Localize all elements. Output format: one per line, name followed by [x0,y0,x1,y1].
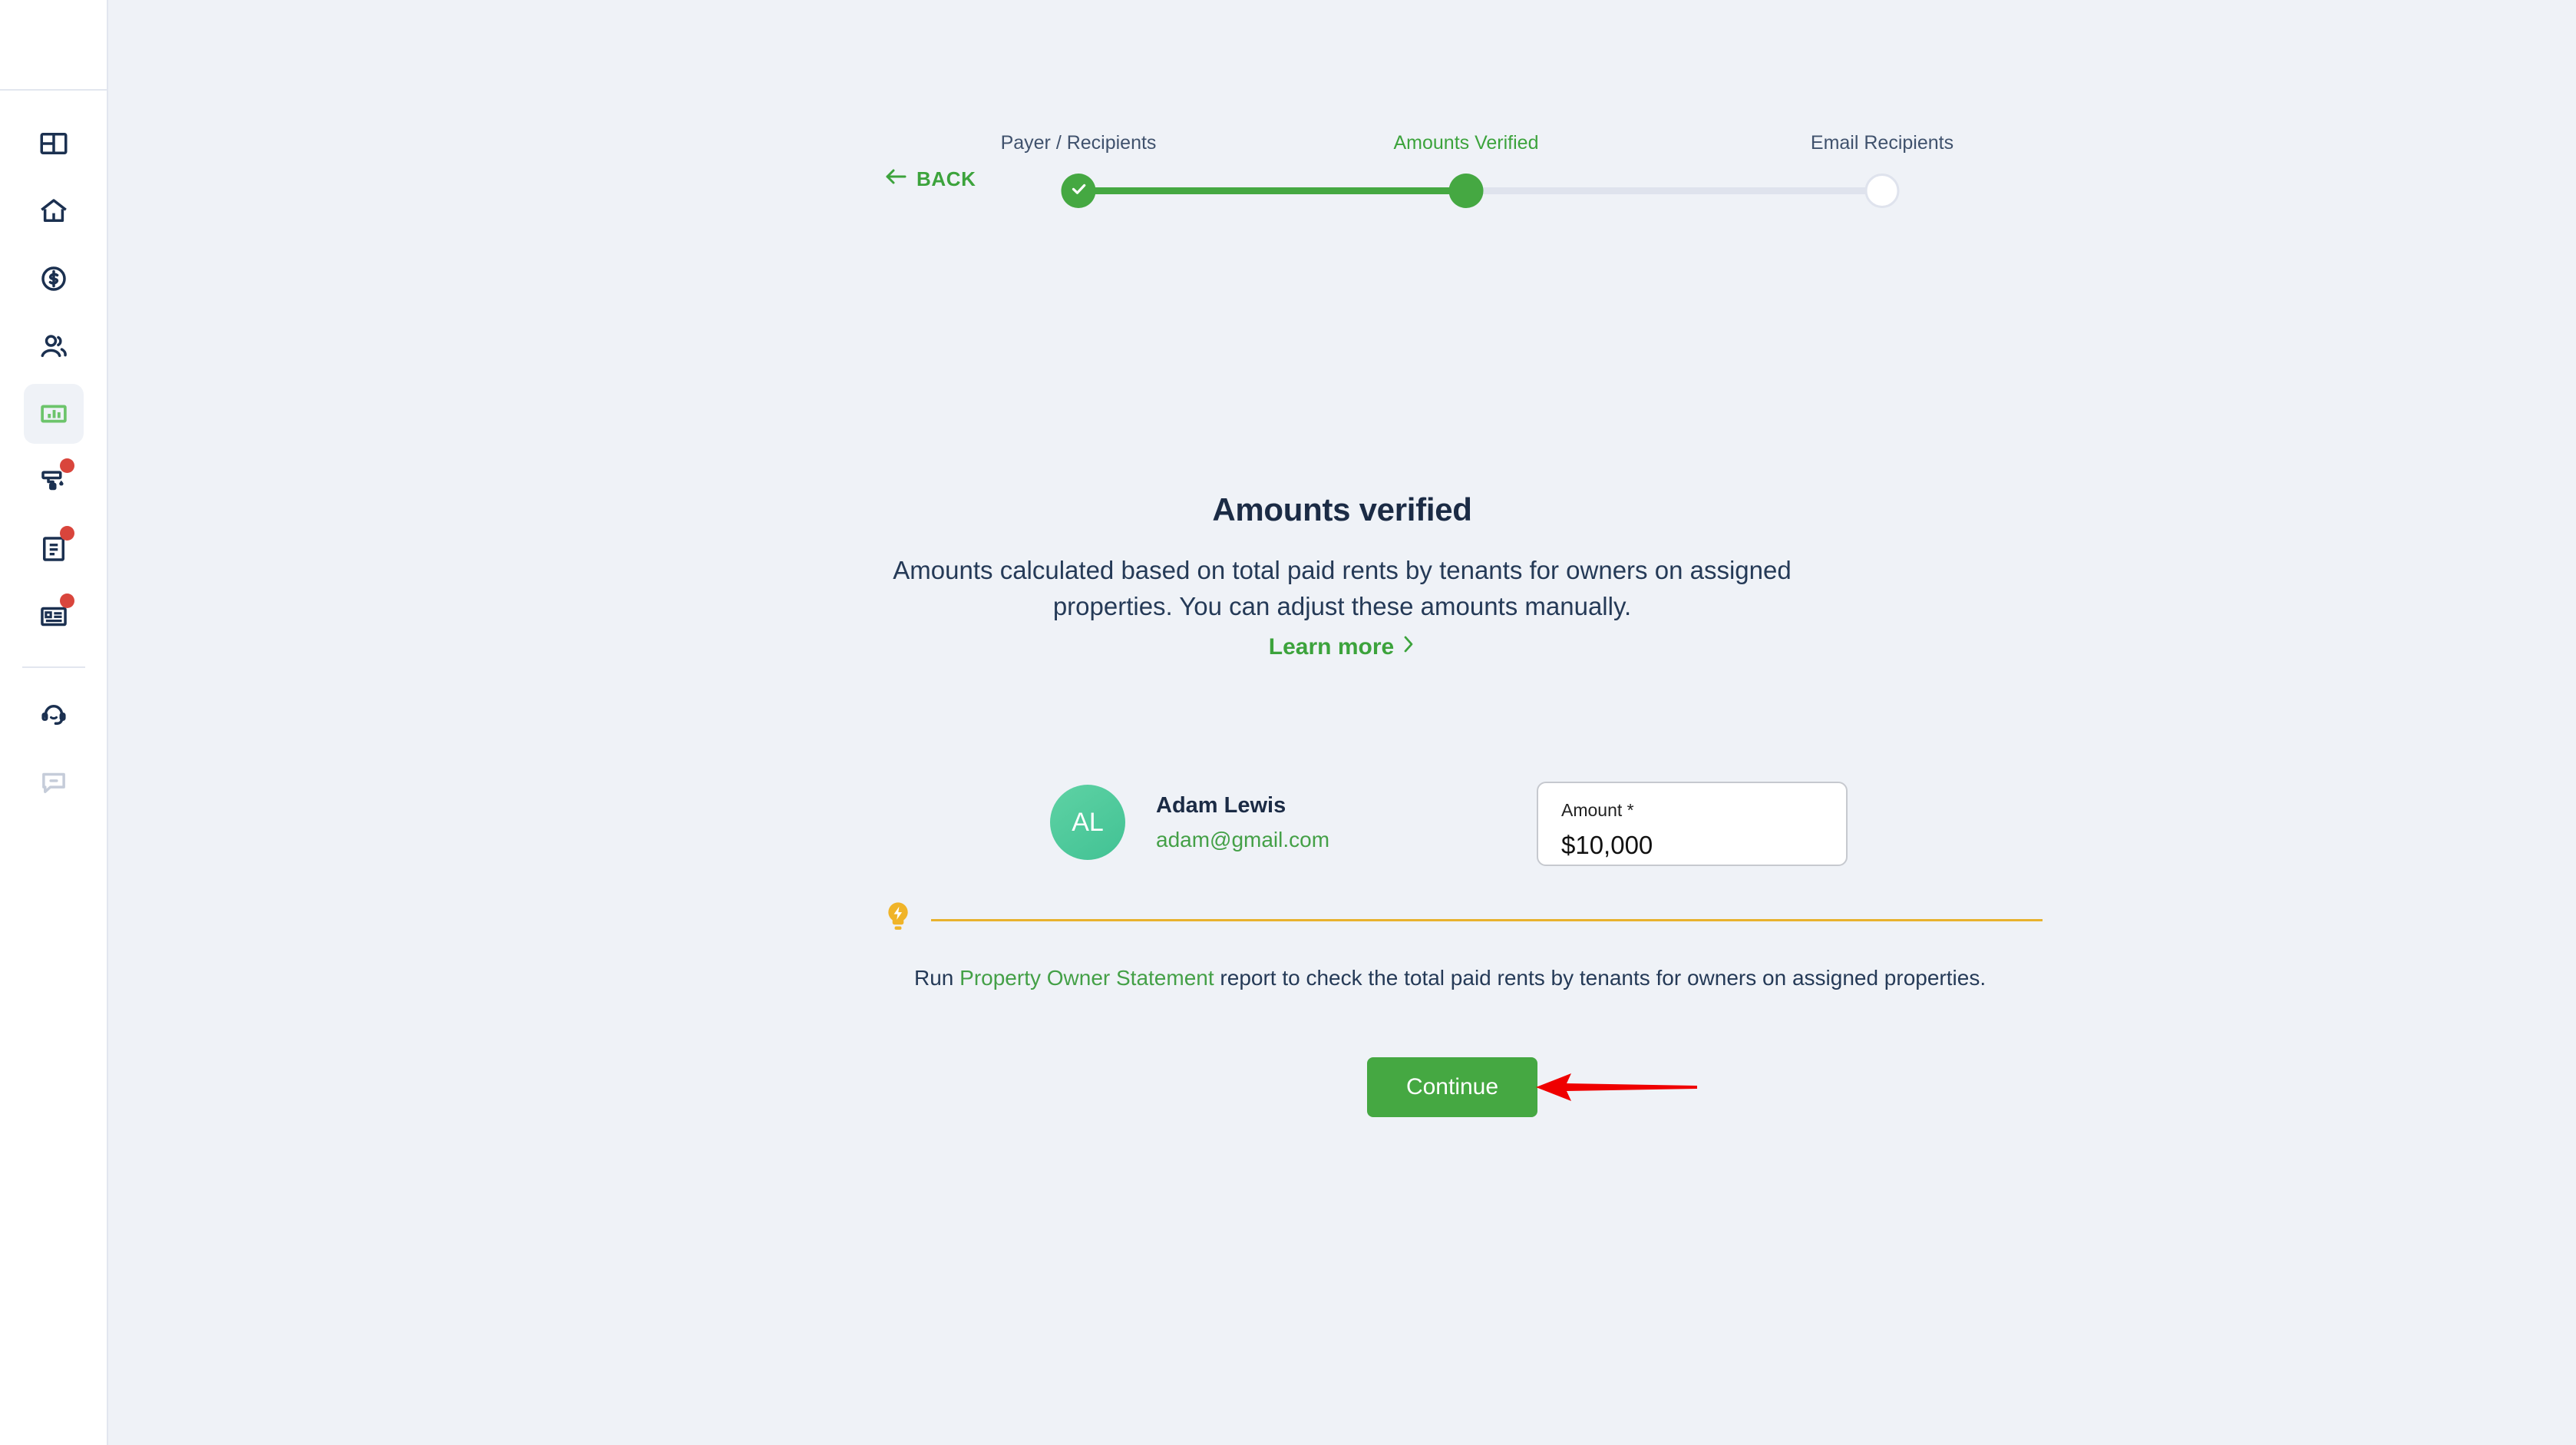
sidebar-logo-area [0,0,107,91]
recipient-name: Adam Lewis [1156,792,1286,818]
sidebar-divider [21,666,85,668]
sidebar-nav [21,91,85,820]
hint-header [883,900,2043,941]
hint-callout: Run Property Owner Statement report to c… [883,900,2043,990]
bar-chart-icon [38,398,70,430]
sidebar-item-maintenance[interactable] [24,451,84,511]
hint-text-before: Run [914,966,960,990]
page-title: Amounts verified [1212,491,1472,527]
notification-badge [59,526,74,541]
step-node-email-recipients[interactable] [1864,174,1900,208]
amount-input-field[interactable]: Amount * $10,000 [1537,782,1848,866]
dashboard-icon [38,127,70,160]
learn-more-link[interactable]: Learn more [1269,634,1415,660]
main-content: BACK Payer / Recipients Amounts Verified… [108,0,2576,1445]
continue-button[interactable]: Continue [1367,1057,1537,1117]
chevron-right-icon [1402,634,1415,660]
arrow-left-icon [883,167,908,191]
app-root: BACK Payer / Recipients Amounts Verified… [0,0,2576,1445]
progress-fill [1078,187,1458,194]
people-icon [38,330,70,362]
recipient-row: AL Adam Lewis adam@gmail.com Amount * $1… [1050,775,1894,869]
step-track: Payer / Recipients Amounts Verified Emai… [1001,123,1954,215]
notification-badge [59,594,74,608]
avatar: AL [1050,785,1125,860]
step-label-amounts-verified: Amounts Verified [1393,132,1539,154]
back-button-label: BACK [916,167,976,190]
learn-more-label: Learn more [1268,633,1395,660]
hint-rule [931,919,2043,921]
sidebar-item-dashboard[interactable] [24,114,84,174]
step-node-amounts-verified[interactable] [1448,174,1484,208]
verification-panel: Amounts verified Amounts calculated base… [108,491,2576,660]
step-labels: Payer / Recipients Amounts Verified Emai… [1001,123,1954,154]
sidebar-item-chat[interactable] [24,752,84,812]
property-owner-statement-link[interactable]: Property Owner Statement [959,966,1214,990]
sidebar-item-people[interactable] [24,316,84,376]
step-node-payer-recipients[interactable] [1061,174,1096,208]
headset-support-icon [38,699,70,731]
chat-bubble-icon [38,766,70,799]
wizard-stepper: BACK Payer / Recipients Amounts Verified… [883,123,1954,215]
hint-text: Run Property Owner Statement report to c… [914,966,2043,990]
red-arrow-pointing-left [1536,1063,1697,1115]
sidebar-item-properties[interactable] [24,181,84,241]
step-label-payer-recipients: Payer / Recipients [1000,132,1157,154]
lightbulb-icon [883,900,913,941]
page-subtitle: Amounts calculated based on total paid r… [893,556,1792,620]
amount-field-value[interactable]: $10,000 [1561,831,1823,860]
home-icon [38,195,70,227]
check-icon [1069,180,1088,202]
recipient-info: Adam Lewis adam@gmail.com [1156,793,1329,852]
step-label-email-recipients: Email Recipients [1810,132,1954,154]
sidebar-item-documents[interactable] [24,519,84,579]
sidebar [0,0,108,1445]
sidebar-item-announcements[interactable] [24,587,84,646]
sidebar-item-reports[interactable] [23,384,84,444]
recipient-email: adam@gmail.com [1156,827,1330,851]
sidebar-item-support[interactable] [24,685,84,745]
back-button[interactable]: BACK [883,167,976,191]
sidebar-item-accounting[interactable] [24,249,84,309]
notification-badge [59,458,74,473]
dollar-coin-icon [38,263,70,295]
amount-field-label: Amount * [1561,800,1634,820]
hint-text-after: report to check the total paid rents by … [1214,966,1986,990]
